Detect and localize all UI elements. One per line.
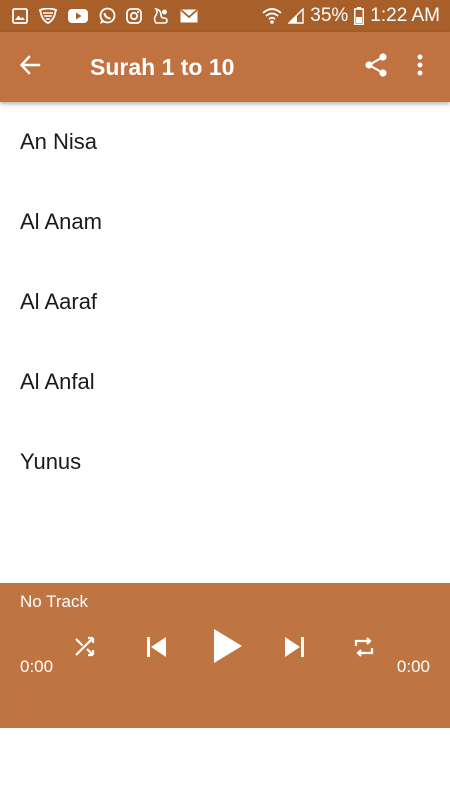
overflow-menu-button[interactable] [398, 32, 442, 102]
seek-bar-thumb[interactable] [19, 695, 31, 707]
skip-next-icon [283, 635, 307, 664]
list-item[interactable]: Yunus [0, 422, 450, 502]
repeat-icon [352, 635, 376, 664]
shuffle-icon [73, 635, 97, 664]
system-icons: 35% 1:22 AM [256, 5, 440, 27]
instagram-icon [126, 8, 142, 24]
next-button[interactable] [275, 629, 315, 669]
share-button[interactable] [354, 32, 398, 102]
elapsed-time: 0:00 [20, 657, 54, 676]
track-title: No Track [20, 592, 89, 611]
list-item[interactable]: Al Anfal [0, 342, 450, 422]
arrow-back-icon [18, 53, 42, 82]
status-bar: 35% 1:22 AM [0, 0, 450, 32]
list-item[interactable]: Al Aaraf [0, 262, 450, 342]
repeat-button[interactable] [346, 631, 382, 667]
notification-icons [12, 7, 208, 25]
email-icon [180, 9, 198, 23]
app-bar: Surah 1 to 10 [0, 32, 450, 102]
skip-previous-icon [144, 635, 168, 664]
list-item[interactable]: An Nisa [0, 102, 450, 182]
battery-percent: 35% [310, 5, 349, 26]
back-button[interactable] [0, 32, 60, 102]
vpn-shield-icon [38, 8, 58, 24]
signal-icon [288, 8, 304, 24]
page-title: Surah 1 to 10 [90, 53, 235, 80]
play-button[interactable] [205, 625, 251, 671]
squirrel-icon [152, 7, 170, 25]
list-item[interactable]: Al Anam [0, 182, 450, 262]
youtube-icon [68, 8, 88, 24]
total-duration: 0:00 [396, 657, 430, 676]
share-icon [363, 52, 389, 83]
whatsapp-icon [98, 7, 116, 25]
play-icon [212, 628, 244, 669]
shuffle-button[interactable] [67, 631, 103, 667]
more-vert-icon [416, 53, 424, 82]
audio-player: No Track 0:00 0:00 [0, 583, 450, 728]
clock: 1:22 AM [370, 5, 440, 26]
wifi-icon [262, 7, 282, 25]
surah-list: An Nisa Al Anam Al Aaraf Al Anfal Yunus [0, 102, 450, 502]
previous-button[interactable] [136, 629, 176, 669]
gallery-icon [12, 8, 28, 24]
battery-icon [354, 7, 365, 25]
